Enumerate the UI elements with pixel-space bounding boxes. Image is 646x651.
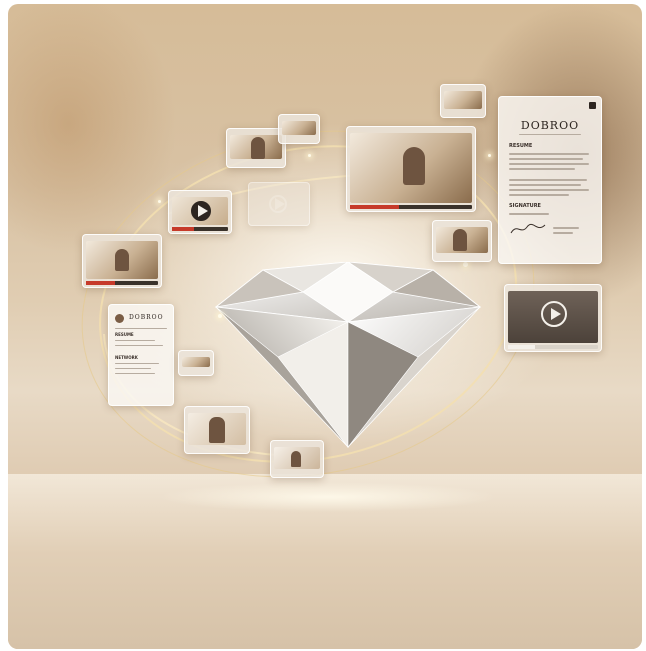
- person-figure: [453, 229, 467, 251]
- text-line: [509, 184, 581, 186]
- sparkle: [308, 154, 311, 157]
- close-icon: [589, 102, 596, 109]
- video-card-play[interactable]: [168, 190, 232, 234]
- video-card-tiny[interactable]: [178, 350, 214, 376]
- resume-brand-title: DOBROO: [520, 119, 580, 132]
- sparkle: [488, 154, 491, 157]
- video-thumbnail: [182, 357, 210, 367]
- text-line: [115, 368, 151, 369]
- text-line: [509, 213, 549, 215]
- play-icon[interactable]: [269, 195, 287, 213]
- video-thumbnail: [282, 121, 316, 135]
- resume-document-small: DOBROO RESUME NETWORK: [108, 304, 174, 406]
- text-line: [115, 340, 155, 341]
- person-figure: [115, 249, 129, 271]
- sparkle: [218, 314, 222, 318]
- avatar: [115, 314, 124, 323]
- video-card-bottom[interactable]: [270, 440, 324, 478]
- video-progress-bar[interactable]: [172, 227, 228, 231]
- video-player-card[interactable]: [504, 284, 602, 352]
- resume-section-heading: RESUME: [509, 143, 533, 149]
- divider: [115, 328, 167, 329]
- resume-small-brand: DOBROO: [129, 314, 164, 321]
- video-card-top[interactable]: [226, 128, 286, 168]
- signature-scribble: [510, 223, 546, 234]
- small-resume-heading: RESUME: [115, 332, 134, 337]
- video-card-left[interactable]: [82, 234, 162, 288]
- person-figure: [251, 137, 265, 159]
- person-figure: [403, 147, 425, 185]
- text-line: [553, 232, 573, 234]
- person-figure: [291, 451, 301, 467]
- video-card-main[interactable]: [346, 126, 476, 212]
- text-line: [509, 179, 587, 181]
- text-line: [553, 227, 579, 229]
- video-progress-bar[interactable]: [508, 345, 598, 349]
- text-line: [509, 168, 575, 170]
- text-line: [115, 373, 155, 374]
- subtitle-line: [519, 134, 581, 135]
- video-card-right[interactable]: [432, 220, 492, 262]
- video-card-ghost[interactable]: [248, 182, 310, 226]
- resume-document-large: DOBROO RESUME SIGNATURE: [498, 96, 602, 264]
- text-line: [115, 345, 163, 346]
- video-card-small-top[interactable]: [278, 114, 320, 144]
- signature-section-heading: SIGNATURE: [509, 203, 541, 209]
- video-card-bottom-left[interactable]: [184, 406, 250, 454]
- video-card-small-right[interactable]: [440, 84, 486, 118]
- video-progress-bar[interactable]: [350, 205, 472, 209]
- text-line: [509, 194, 569, 196]
- play-icon[interactable]: [191, 201, 211, 221]
- person-figure: [209, 417, 225, 443]
- photo-frame: DOBROO RESUME SIGNATURE DOBROO RESUME NE…: [8, 4, 642, 649]
- text-line: [509, 163, 589, 165]
- video-progress-bar[interactable]: [86, 281, 158, 285]
- text-line: [509, 158, 583, 160]
- sparkle: [158, 200, 161, 203]
- diamond: [214, 262, 482, 449]
- play-icon[interactable]: [541, 301, 567, 327]
- text-line: [509, 153, 589, 155]
- small-network-heading: NETWORK: [115, 355, 138, 360]
- text-line: [509, 189, 589, 191]
- text-line: [115, 363, 159, 364]
- video-thumbnail: [444, 91, 482, 109]
- sparkle: [463, 262, 468, 267]
